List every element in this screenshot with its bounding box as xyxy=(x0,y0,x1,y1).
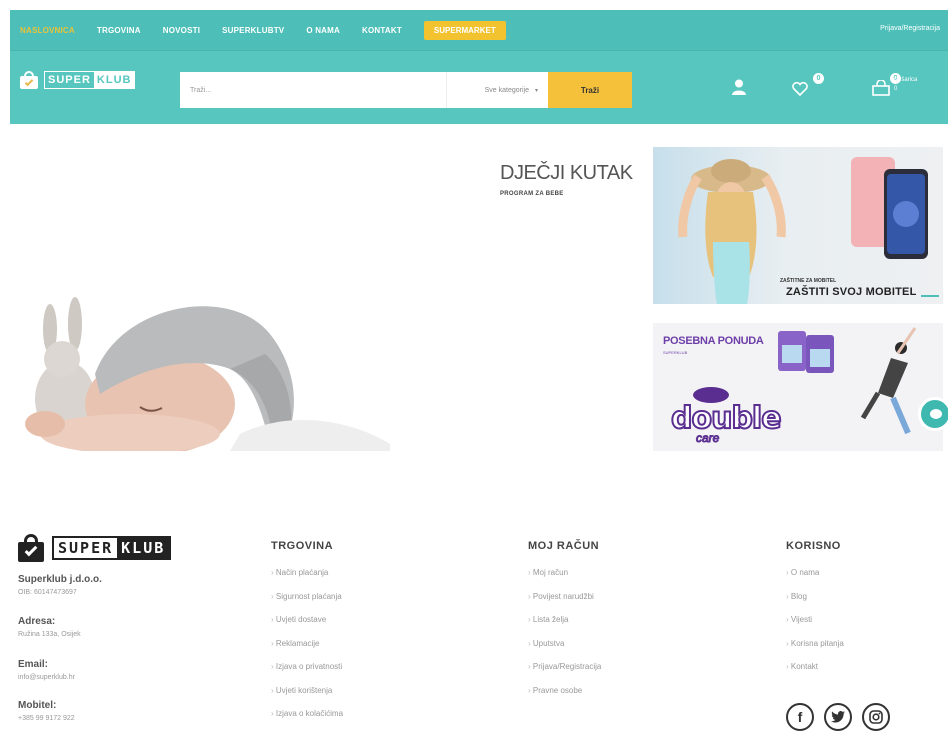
address-block: Adresa: Ružina 133a, Osijek xyxy=(18,616,81,638)
company-name: Superklub j.d.o.o. xyxy=(18,574,102,585)
footer-logo-text-super: SUPER xyxy=(58,539,114,557)
footer-link[interactable]: Reklamacije xyxy=(271,639,343,663)
nav-supermarket-button[interactable]: SUPERMARKET xyxy=(423,20,506,40)
twitter-icon[interactable] xyxy=(824,703,852,731)
footer-link[interactable]: Način plaćanja xyxy=(271,568,343,592)
nav-novosti[interactable]: NOVOSTI xyxy=(163,26,200,35)
nav-naslovnica[interactable]: NASLOVNICA xyxy=(20,26,75,35)
cart-summary[interactable]: Košarica 0 xyxy=(894,76,917,94)
footer-link[interactable]: Lista želja xyxy=(528,615,601,639)
footer-col-heading: MOJ RAČUN xyxy=(528,540,600,552)
company-oib: OIB: 60147473697 xyxy=(18,589,77,596)
footer-col-moj-racun: MOJ RAČUN Moj račun Povijest narudžbi Li… xyxy=(528,540,601,709)
footer-link[interactable]: Pravne osobe xyxy=(528,686,601,710)
footer-link[interactable]: Uvjeti dostave xyxy=(271,615,343,639)
site-logo[interactable]: SUPER KLUB xyxy=(20,71,136,89)
chat-bubble-icon xyxy=(930,409,942,419)
footer-link[interactable]: Uvjeti korištenja xyxy=(271,686,343,710)
footer-link[interactable]: Uputstva xyxy=(528,639,601,663)
footer-link[interactable]: Kontakt xyxy=(786,662,844,686)
page: NASLOVNICA TRGOVINA NOVOSTI SUPERKLUBTV … xyxy=(0,0,948,755)
mobile-label: Mobitel: xyxy=(18,700,57,711)
phone-case-banner[interactable]: ZAŠTITNE ZA MOBITEL ZAŠTITI SVOJ MOBITEL xyxy=(653,147,943,304)
footer-logo[interactable]: SUPER KLUB xyxy=(18,534,172,562)
footer-col-heading: TRGOVINA xyxy=(271,540,334,552)
cart-icon[interactable] xyxy=(872,80,890,96)
login-register-link[interactable]: Prijava/Registracija xyxy=(880,25,940,32)
hero-banner[interactable]: DJEČJI KUTAK PROGRAM ZA BEBE xyxy=(10,144,643,451)
nav-o-nama[interactable]: O NAMA xyxy=(306,26,340,35)
footer-link[interactable]: Prijava/Registracija xyxy=(528,662,601,686)
logo-text-klub: KLUB xyxy=(93,72,135,88)
shopping-bag-icon xyxy=(18,534,44,562)
email-label: Email: xyxy=(18,659,49,670)
footer-link[interactable]: Sigurnost plaćanja xyxy=(271,592,343,616)
user-icon[interactable] xyxy=(732,79,746,95)
social-links: f xyxy=(786,703,900,731)
category-select-label: Sve kategorije xyxy=(484,86,529,94)
address-label: Adresa: xyxy=(18,616,56,627)
nav-kontakt[interactable]: KONTAKT xyxy=(362,26,402,35)
facebook-icon[interactable]: f xyxy=(786,703,814,731)
footer-col-heading: KORISNO xyxy=(786,540,841,552)
footer-logo-text-klub: KLUB xyxy=(117,538,170,558)
footer-link[interactable]: Moj račun xyxy=(528,568,601,592)
chat-widget-button[interactable] xyxy=(918,397,948,431)
category-select[interactable]: Sve kategorije ▾ xyxy=(446,72,548,108)
address-value: Ružina 133a, Osijek xyxy=(18,631,81,638)
site-footer: SUPER KLUB Superklub j.d.o.o. OIB: 60147… xyxy=(0,510,948,755)
search-input[interactable]: Traži... xyxy=(180,72,446,108)
footer-link[interactable]: Izjava o privatnosti xyxy=(271,662,343,686)
chevron-down-icon: ▾ xyxy=(534,87,538,94)
cart-value: 0 xyxy=(894,86,898,92)
cart-label: Košarica xyxy=(894,77,918,83)
footer-col-trgovina: TRGOVINA Način plaćanja Sigurnost plaćan… xyxy=(271,540,343,733)
instagram-icon[interactable] xyxy=(862,703,890,731)
footer-link[interactable]: Izjava o kolačićima xyxy=(271,709,343,733)
search-button[interactable]: Traži xyxy=(548,72,632,108)
logo-text-super: SUPER xyxy=(48,74,91,86)
special-offer-banner[interactable]: POSEBNA PONUDA SUPERKLUB double care xyxy=(653,323,943,451)
company-info: Superklub j.d.o.o. OIB: 60147473697 xyxy=(18,574,102,596)
double-care-logo-subtext: care xyxy=(695,431,720,446)
footer-link[interactable]: Povijest narudžbi xyxy=(528,592,601,616)
nav-superklubtv[interactable]: SUPERKLUBTV xyxy=(222,26,284,35)
footer-link[interactable]: Vijesti xyxy=(786,615,844,639)
banner1-small-text: ZAŠTITNE ZA MOBITEL xyxy=(780,278,837,284)
email-value[interactable]: info@superklub.hr xyxy=(18,674,75,681)
hero-title: DJEČJI KUTAK xyxy=(500,162,633,184)
wishlist-count-badge: 0 xyxy=(813,73,824,84)
footer-link[interactable]: O nama xyxy=(786,568,844,592)
heart-icon[interactable] xyxy=(792,82,808,96)
banner1-title: ZAŠTITI SVOJ MOBITEL xyxy=(786,286,917,298)
double-care-logo-text: double xyxy=(670,400,783,437)
top-navigation: NASLOVNICA TRGOVINA NOVOSTI SUPERKLUBTV … xyxy=(10,10,948,50)
hero-subtitle: PROGRAM ZA BEBE xyxy=(500,191,564,197)
shopping-bag-icon xyxy=(20,71,38,89)
footer-link[interactable]: Korisna pitanja xyxy=(786,639,844,663)
site-header: SUPER KLUB Traži... Sve kategorije ▾ Tra… xyxy=(10,50,948,124)
nav-trgovina[interactable]: TRGOVINA xyxy=(97,26,141,35)
mobile-block: Mobitel: +385 99 9172 922 xyxy=(18,700,75,722)
mobile-value[interactable]: +385 99 9172 922 xyxy=(18,715,75,722)
sleeping-baby-illustration xyxy=(25,297,390,451)
footer-col-korisno: KORISNO O nama Blog Vijesti Korisna pita… xyxy=(786,540,844,686)
email-block: Email: info@superklub.hr xyxy=(18,659,75,681)
footer-link[interactable]: Blog xyxy=(786,592,844,616)
search-bar: Traži... Sve kategorije ▾ Traži xyxy=(180,72,632,108)
